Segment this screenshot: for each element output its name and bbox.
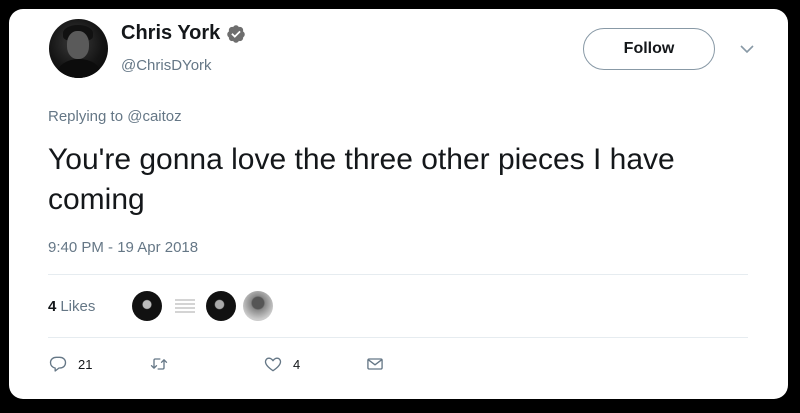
reply-count: 21 [78,356,93,372]
reply-icon [49,356,67,372]
envelope-icon [367,358,383,370]
chevron-down-icon[interactable] [737,42,757,56]
heart-icon [264,357,282,372]
like-button[interactable]: 4 [263,349,300,379]
replying-to-label: Replying to [48,108,128,125]
author-avatar[interactable] [49,19,108,78]
author-handle[interactable]: @ChrisDYork [121,57,212,74]
like-count: 4 [293,356,301,372]
likes-count[interactable]: 4 [48,298,56,315]
reply-button[interactable]: 21 [48,349,92,379]
tweet-text: You're gonna love the three other pieces… [48,143,675,216]
likes-summary: 4 Likes [48,284,273,328]
author-name[interactable]: Chris York [121,22,220,45]
liker-avatar[interactable] [132,291,162,321]
tweet-card: Chris York @ChrisDYork Follow Replying t… [9,9,788,399]
liker-avatar[interactable] [243,291,273,321]
liker-avatar[interactable] [206,291,236,321]
retweet-button[interactable] [149,349,179,379]
liker-avatar[interactable] [169,291,199,321]
liker-avatars [132,291,292,323]
replying-to: Replying to @caitoz [48,108,182,125]
verified-badge-icon [227,24,246,43]
divider [48,274,748,275]
direct-message-button[interactable] [365,349,385,379]
divider [48,337,748,338]
tweet-timestamp[interactable]: 9:40 PM - 19 Apr 2018 [48,239,198,256]
follow-button[interactable]: Follow [583,28,715,70]
retweet-icon [150,358,168,370]
likes-label[interactable]: Likes [60,298,95,315]
author-name-row: Chris York [121,22,246,45]
reply-mention-link[interactable]: @caitoz [127,108,181,125]
